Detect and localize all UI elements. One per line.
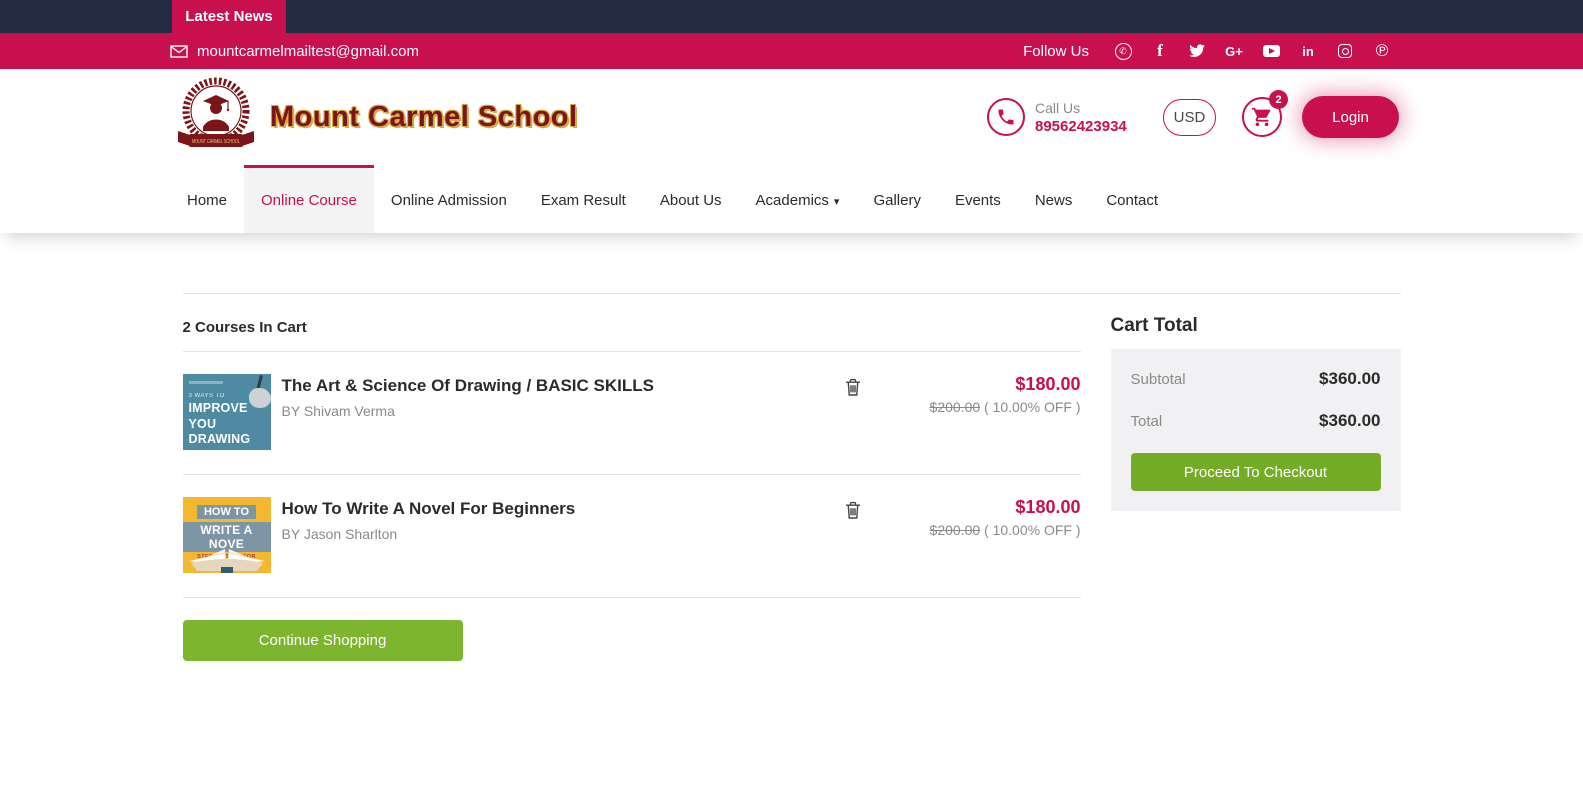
subtotal-row: Subtotal $360.00	[1131, 369, 1381, 389]
pinterest-icon[interactable]: ℗	[1373, 42, 1391, 60]
whatsapp-icon[interactable]: ✆	[1114, 42, 1132, 60]
linkedin-icon[interactable]: in	[1299, 42, 1317, 60]
cart-container: 2 Courses In Cart 3 WAYS TO IMPROVE YOU …	[183, 293, 1401, 661]
site-header: MOUNT CARMEL SCHOOL Mount Carmel School …	[0, 69, 1583, 165]
hand-graphic	[249, 388, 271, 408]
youtube-icon[interactable]	[1262, 42, 1280, 60]
nav-item-contact[interactable]: Contact	[1089, 165, 1175, 233]
site-title: Mount Carmel School	[270, 101, 578, 134]
course-title[interactable]: How To Write A Novel For Beginners	[282, 499, 845, 519]
page-content: 2 Courses In Cart 3 WAYS TO IMPROVE YOU …	[0, 233, 1583, 661]
nav-item-online-course[interactable]: Online Course	[244, 165, 374, 233]
email-text: mountcarmelmailtest@gmail.com	[197, 43, 419, 60]
course-author: BY Shivam Verma	[282, 403, 845, 419]
latest-news-tab[interactable]: Latest News	[172, 0, 286, 33]
nav-item-academics[interactable]: Academics ▾	[739, 165, 857, 233]
twitter-icon[interactable]	[1188, 42, 1206, 60]
login-button[interactable]: Login	[1302, 96, 1399, 138]
item-price: $180.00	[901, 497, 1081, 518]
item-discount: ( 10.00% OFF )	[984, 522, 1080, 538]
svg-text:MOUNT CARMEL SCHOOL: MOUNT CARMEL SCHOOL	[192, 139, 240, 145]
cart-button[interactable]: 2	[1242, 97, 1282, 137]
course-title[interactable]: The Art & Science Of Drawing / BASIC SKI…	[282, 376, 845, 396]
phone-icon	[987, 98, 1025, 136]
cart-items-column: 2 Courses In Cart 3 WAYS TO IMPROVE YOU …	[183, 294, 1081, 661]
follow-us-label: Follow Us	[1023, 43, 1089, 60]
call-us-label: Call Us	[1035, 100, 1131, 116]
phone-number[interactable]: 89562423934	[1035, 118, 1131, 135]
continue-shopping-button[interactable]: Continue Shopping	[183, 620, 463, 661]
total-row: Total $360.00	[1131, 411, 1381, 431]
instagram-icon[interactable]	[1336, 42, 1354, 60]
proceed-to-checkout-button[interactable]: Proceed To Checkout	[1131, 453, 1381, 491]
nav-item-online-admission[interactable]: Online Admission	[374, 165, 524, 233]
item-original-price: $200.00	[930, 522, 981, 538]
trash-icon	[845, 378, 861, 396]
item-price: $180.00	[901, 374, 1081, 395]
total-value: $360.00	[1319, 411, 1380, 431]
school-emblem-icon: MOUNT CARMEL SCHOOL	[170, 75, 262, 159]
call-us-block: Call Us 89562423934	[1035, 100, 1131, 135]
course-thumbnail[interactable]: 3 WAYS TO IMPROVE YOU DRAWING SKI	[183, 374, 271, 450]
cart-item-row: 3 WAYS TO IMPROVE YOU DRAWING SKI The Ar…	[183, 352, 1081, 475]
cart-item-row: HOW TO WRITE A NOVE STEP BY STEP FOR BEG…	[183, 475, 1081, 598]
nav-item-gallery[interactable]: Gallery	[856, 165, 938, 233]
trash-icon	[845, 501, 861, 519]
brand-logo[interactable]: MOUNT CARMEL SCHOOL Mount Carmel School	[170, 75, 578, 159]
nav-item-events[interactable]: Events	[938, 165, 1018, 233]
envelope-icon	[170, 42, 188, 60]
item-discount: ( 10.00% OFF )	[984, 399, 1080, 415]
facebook-icon[interactable]: f	[1151, 42, 1169, 60]
nav-item-about-us[interactable]: About Us	[643, 165, 739, 233]
subtotal-value: $360.00	[1319, 369, 1380, 389]
cart-total-column: Cart Total Subtotal $360.00 Total $360.0…	[1111, 294, 1401, 661]
main-nav: Home Online Course Online Admission Exam…	[0, 165, 1583, 233]
cart-total-heading: Cart Total	[1111, 294, 1401, 349]
social-bar: mountcarmelmailtest@gmail.com Follow Us …	[0, 33, 1583, 69]
item-original-price: $200.00	[930, 399, 981, 415]
open-book-graphic	[183, 547, 271, 573]
cart-items-heading: 2 Courses In Cart	[183, 294, 1081, 352]
social-links: Follow Us ✆ f G+ in ℗	[1023, 42, 1391, 60]
nav-item-news[interactable]: News	[1018, 165, 1090, 233]
cart-count-badge: 2	[1269, 90, 1288, 109]
remove-item-button[interactable]	[845, 501, 861, 522]
currency-selector[interactable]: USD	[1163, 99, 1216, 136]
course-thumbnail[interactable]: HOW TO WRITE A NOVE STEP BY STEP FOR BEG…	[183, 497, 271, 573]
nav-item-exam-result[interactable]: Exam Result	[524, 165, 643, 233]
google-plus-icon[interactable]: G+	[1225, 42, 1243, 60]
email-link[interactable]: mountcarmelmailtest@gmail.com	[170, 42, 419, 60]
chevron-down-icon: ▾	[834, 195, 840, 208]
header-actions: Call Us 89562423934 USD 2 Login	[987, 96, 1399, 138]
total-label: Total	[1131, 413, 1163, 430]
cart-total-panel: Subtotal $360.00 Total $360.00 Proceed T…	[1111, 349, 1401, 511]
course-author: BY Jason Sharlton	[282, 526, 845, 542]
subtotal-label: Subtotal	[1131, 371, 1186, 388]
nav-item-home[interactable]: Home	[170, 165, 244, 233]
remove-item-button[interactable]	[845, 378, 861, 399]
top-bar: Latest News	[0, 0, 1583, 33]
